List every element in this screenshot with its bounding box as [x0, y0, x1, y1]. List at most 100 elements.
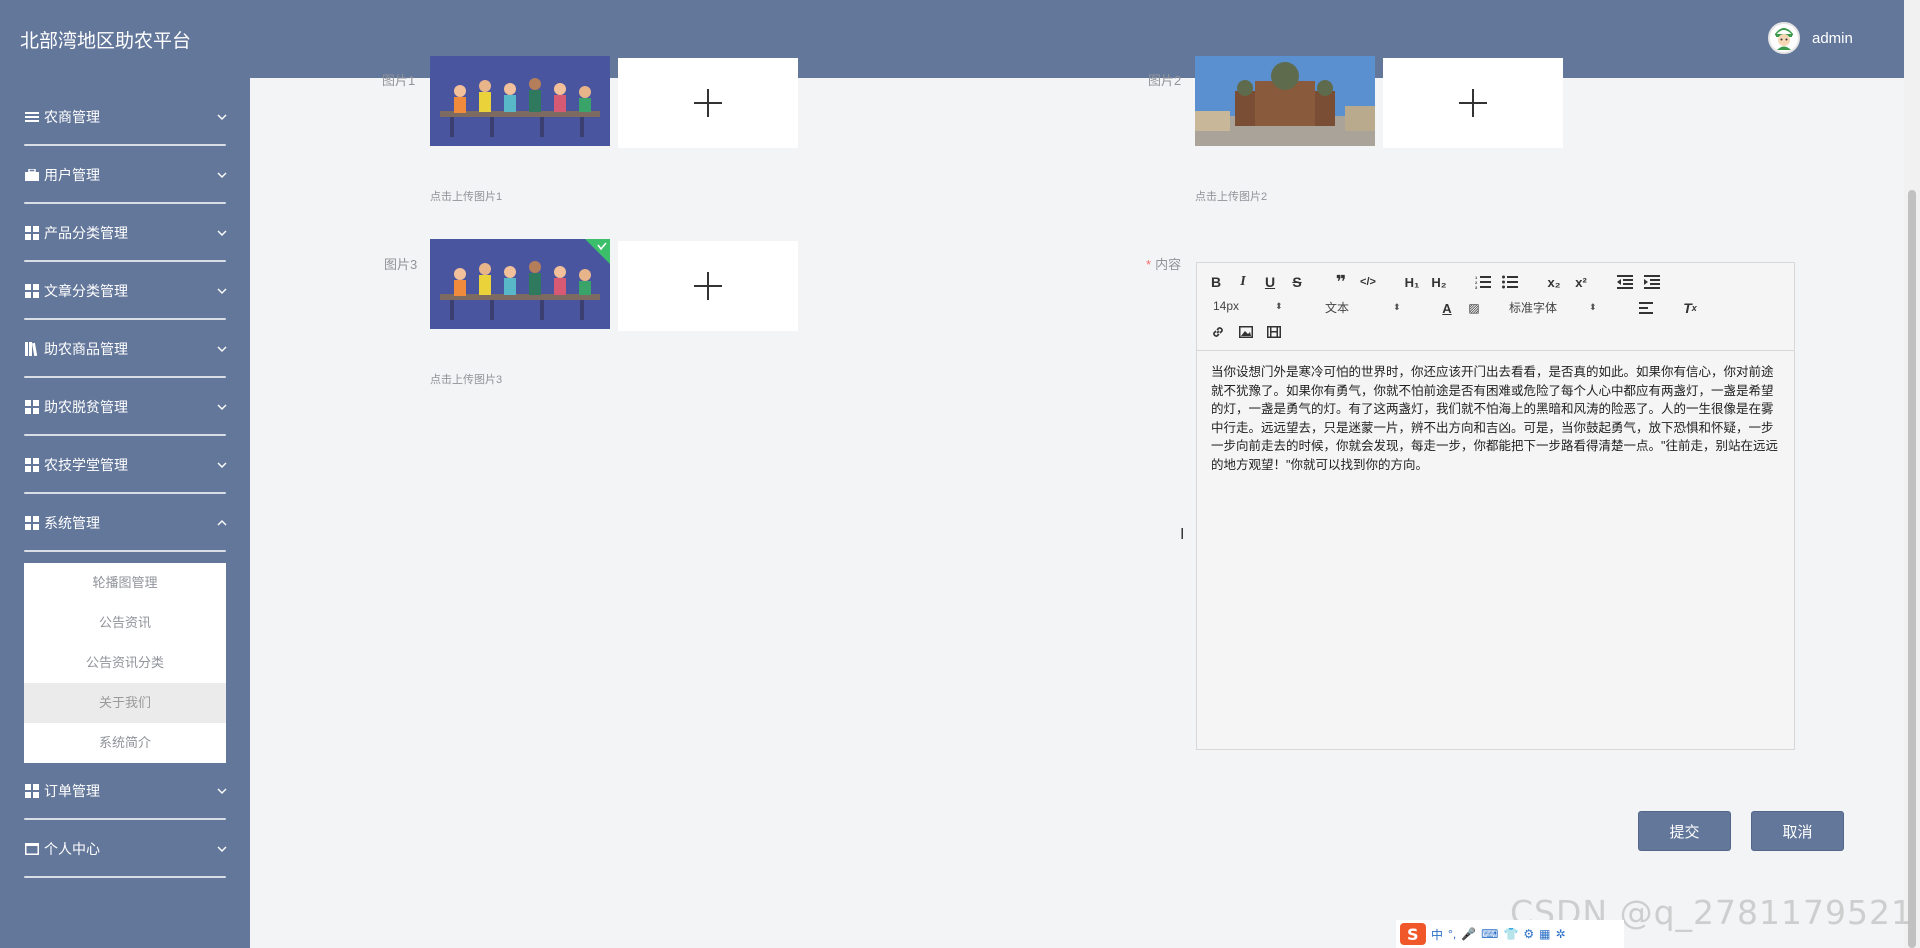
background-color-icon[interactable]: ▨	[1465, 299, 1483, 317]
submenu-item-system-intro[interactable]: 系统简介	[24, 723, 226, 763]
heading1-icon[interactable]: H₁	[1403, 273, 1421, 291]
books-icon	[25, 342, 39, 356]
image1-label: 图片1	[382, 73, 416, 88]
rich-text-editor: B I U S ❞ </> H₁ H₂ 123 x₂ x² 14px ⬍ 文本 …	[1196, 262, 1795, 750]
username[interactable]: admin	[1812, 30, 1853, 47]
sidebar-item-label: 农技学堂管理	[44, 457, 128, 473]
image1-upload-button[interactable]	[618, 58, 798, 148]
submenu-item-carousel[interactable]: 轮播图管理	[24, 563, 226, 603]
superscript-icon[interactable]: x²	[1572, 273, 1590, 291]
bold-icon[interactable]: B	[1207, 273, 1225, 291]
sidebar-item-users[interactable]: 用户管理	[0, 146, 250, 204]
font-size-value: 14px	[1213, 299, 1240, 313]
text-cursor-icon: I	[1180, 526, 1185, 543]
app-title: 北部湾地区助农平台	[20, 31, 192, 52]
bullet-list-icon[interactable]	[1501, 273, 1519, 291]
sidebar-item-label: 助农商品管理	[44, 341, 128, 357]
outdent-icon[interactable]	[1616, 273, 1634, 291]
sidebar-item-orders[interactable]: 订单管理	[0, 762, 250, 820]
plus-icon	[693, 271, 723, 301]
grid-icon	[25, 226, 39, 240]
sidebar-item-agri-school[interactable]: 农技学堂管理	[0, 436, 250, 494]
sidebar-item-system[interactable]: 系统管理	[0, 494, 250, 552]
heading2-icon[interactable]: H₂	[1430, 273, 1448, 291]
blockquote-icon[interactable]: ❞	[1332, 272, 1350, 292]
submit-button[interactable]: 提交	[1638, 811, 1731, 851]
font-family-select[interactable]: 标准字体 ⬍	[1509, 299, 1609, 316]
image2-upload-button[interactable]	[1383, 58, 1563, 148]
select-caret-icon: ⬍	[1275, 300, 1283, 311]
divider	[24, 550, 226, 552]
plus-icon	[1458, 88, 1488, 118]
sidebar-item-label: 用户管理	[44, 167, 100, 183]
image2-hint: 点击上传图片2	[1195, 191, 1268, 203]
team-illustration-image	[430, 56, 610, 146]
ordered-list-icon[interactable]: 123	[1474, 273, 1492, 291]
image2-label: 图片2	[1148, 73, 1182, 88]
clear-format-icon[interactable]: Tx	[1681, 299, 1699, 317]
image1-thumbnail[interactable]	[430, 56, 610, 146]
sidebar-item-product-category[interactable]: 产品分类管理	[0, 204, 250, 262]
chevron-down-icon	[217, 114, 227, 120]
cancel-button[interactable]: 取消	[1751, 811, 1844, 851]
link-icon[interactable]	[1209, 323, 1227, 341]
editor-content-area[interactable]: 当你设想门外是寒冷可怕的世界时，你还应该开门出去看看，是否真的如此。如果你有信心…	[1197, 351, 1794, 486]
avatar-icon	[1771, 25, 1797, 51]
keyboard-icon[interactable]: ⌨	[1481, 927, 1498, 941]
image1-hint: 点击上传图片1	[430, 191, 503, 203]
chevron-down-icon	[217, 404, 227, 410]
image2-thumbnail[interactable]	[1195, 56, 1375, 146]
chevron-down-icon	[217, 788, 227, 794]
microphone-icon[interactable]: 🎤	[1461, 927, 1476, 941]
font-size-select[interactable]: 14px ⬍	[1213, 299, 1293, 313]
font-color-icon[interactable]: A	[1438, 299, 1456, 317]
sidebar-item-poverty-relief[interactable]: 助农脱贫管理	[0, 378, 250, 436]
sidebar-item-personal-center[interactable]: 个人中心	[0, 820, 250, 878]
avatar[interactable]	[1768, 22, 1800, 54]
system-submenu: 轮播图管理 公告资讯 公告资讯分类 关于我们 系统简介	[24, 563, 226, 763]
grid-icon[interactable]: ▦	[1539, 927, 1550, 941]
skin-icon[interactable]: 👕	[1503, 927, 1518, 941]
strikethrough-icon[interactable]: S	[1288, 273, 1306, 291]
ime-language-label[interactable]: 中	[1431, 926, 1443, 943]
top-header: 北部湾地区助农平台 admin	[0, 0, 1920, 78]
sidebar-item-farm-goods[interactable]: 助农商品管理	[0, 320, 250, 378]
indent-icon[interactable]	[1643, 273, 1661, 291]
chevron-down-icon	[217, 288, 227, 294]
user-menu[interactable]: admin	[1768, 22, 1853, 54]
text-type-value: 文本	[1325, 301, 1350, 315]
toolbox-icon[interactable]: ⚙	[1523, 927, 1534, 941]
chevron-down-icon	[217, 230, 227, 236]
sidebar-item-farm-merchant[interactable]: 农商管理	[0, 88, 250, 146]
image3-upload-button[interactable]	[618, 241, 798, 331]
subscript-icon[interactable]: x₂	[1545, 273, 1563, 291]
image3-hint: 点击上传图片3	[430, 374, 503, 386]
align-icon[interactable]	[1637, 299, 1655, 317]
submenu-item-about-us[interactable]: 关于我们	[24, 683, 226, 723]
chevron-down-icon	[217, 172, 227, 178]
scrollbar-thumb[interactable]	[1908, 190, 1916, 948]
list-icon	[25, 110, 39, 124]
code-block-icon[interactable]: </>	[1359, 273, 1377, 291]
text-type-select[interactable]: 文本 ⬍	[1325, 299, 1405, 316]
image-icon[interactable]	[1237, 323, 1255, 341]
underline-icon[interactable]: U	[1261, 273, 1279, 291]
content-label-text: 内容	[1155, 257, 1182, 272]
sidebar-item-label: 文章分类管理	[44, 283, 128, 299]
sidebar-item-label: 个人中心	[44, 841, 100, 857]
scrollbar[interactable]	[1904, 0, 1920, 948]
punctuation-icon[interactable]: °,	[1448, 927, 1456, 941]
ime-toolbar[interactable]: S 中 °, 🎤 ⌨ 👕 ⚙ ▦ ✲	[1396, 920, 1624, 948]
settings-icon[interactable]: ✲	[1556, 927, 1566, 941]
submenu-item-notice-category[interactable]: 公告资讯分类	[24, 643, 226, 683]
sidebar-item-label: 助农脱贫管理	[44, 399, 128, 415]
cathedral-photo-image	[1195, 56, 1375, 146]
chevron-down-icon	[217, 462, 227, 468]
sidebar-item-article-category[interactable]: 文章分类管理	[0, 262, 250, 320]
image3-thumbnail[interactable]	[430, 239, 610, 329]
video-icon[interactable]	[1265, 323, 1283, 341]
grid-icon	[25, 516, 39, 530]
submenu-item-notice[interactable]: 公告资讯	[24, 603, 226, 643]
italic-icon[interactable]: I	[1234, 273, 1252, 291]
svg-text:3: 3	[1475, 285, 1478, 289]
